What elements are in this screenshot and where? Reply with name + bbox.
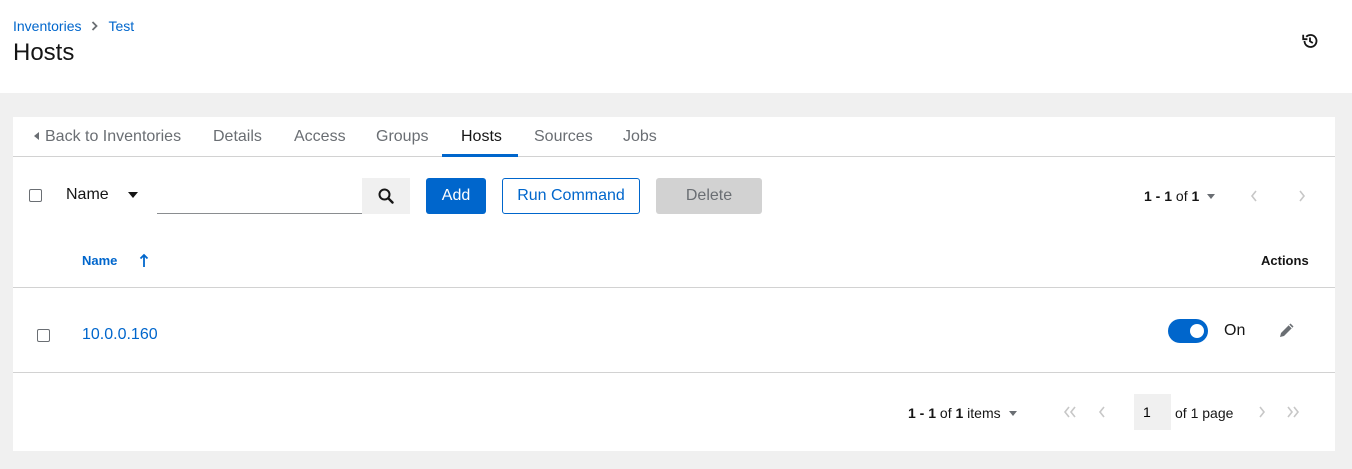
pagination-range: 1 - 1	[1144, 188, 1173, 204]
first-page-button[interactable]	[1060, 394, 1080, 430]
tab-back-to-inventories[interactable]: Back to Inventories	[34, 117, 181, 157]
hosts-card: Back to Inventories Details Access Group…	[13, 117, 1335, 451]
pagination-toggle[interactable]: 1 - 1 of 1	[1144, 178, 1216, 214]
delete-button[interactable]: Delete	[656, 178, 762, 214]
sort-ascending-icon[interactable]	[139, 253, 149, 269]
page-number-input[interactable]	[1134, 394, 1171, 430]
table-row: 10.0.0.160 On	[13, 288, 1335, 373]
add-button[interactable]: Add	[426, 178, 486, 214]
tab-groups[interactable]: Groups	[376, 117, 428, 157]
tab-details[interactable]: Details	[213, 117, 262, 157]
previous-page-button-bottom[interactable]	[1092, 394, 1112, 430]
pagination-of: of	[1175, 188, 1188, 204]
host-enabled-label: On	[1224, 322, 1246, 339]
search-button[interactable]	[362, 178, 410, 214]
double-chevron-left-icon	[1063, 406, 1076, 418]
footer-items-label: items	[967, 405, 1001, 421]
next-page-button-bottom[interactable]	[1252, 394, 1272, 430]
search-icon	[378, 188, 394, 204]
pencil-icon	[1280, 323, 1294, 337]
tab-bar: Back to Inventories Details Access Group…	[13, 117, 1335, 157]
table-header: Name Actions	[13, 234, 1335, 288]
toolbar: Name Add Run Command Delete 1 - 1 of 1	[13, 158, 1335, 234]
tab-hosts[interactable]: Hosts	[442, 117, 518, 157]
chevron-right-icon	[1299, 190, 1306, 202]
double-chevron-right-icon	[1287, 406, 1300, 418]
column-header-name[interactable]: Name	[82, 234, 117, 288]
caret-down-icon	[128, 192, 138, 198]
pagination-items-toggle[interactable]: 1 - 1 of 1 items	[908, 405, 1017, 421]
host-enabled-toggle[interactable]	[1168, 319, 1208, 343]
footer-range: 1 - 1	[908, 405, 937, 421]
caret-down-icon	[1207, 194, 1216, 199]
row-checkbox[interactable]	[37, 329, 50, 342]
breadcrumb-test-link[interactable]: Test	[108, 18, 134, 34]
last-page-button[interactable]	[1283, 394, 1303, 430]
table-footer: 1 - 1 of 1 items of 1 page	[13, 373, 1335, 451]
page-title: Hosts	[13, 39, 75, 66]
chevron-left-icon	[1250, 190, 1257, 202]
search-input[interactable]	[157, 178, 362, 214]
breadcrumb: Inventories Test	[13, 18, 134, 34]
caret-left-icon	[34, 132, 39, 140]
previous-page-button[interactable]	[1244, 178, 1264, 214]
filter-select[interactable]: Name	[66, 177, 156, 213]
edit-host-button[interactable]	[1277, 320, 1297, 340]
tab-jobs[interactable]: Jobs	[623, 117, 657, 157]
footer-total: 1	[955, 405, 964, 421]
breadcrumb-inventories-link[interactable]: Inventories	[13, 18, 81, 34]
of-pages-label: of 1 page	[1175, 405, 1234, 421]
filter-select-label: Name	[66, 186, 109, 203]
select-all-checkbox[interactable]	[29, 189, 42, 202]
history-icon[interactable]	[1300, 31, 1320, 51]
chevron-right-icon	[1259, 406, 1266, 418]
tab-access[interactable]: Access	[294, 117, 346, 157]
column-header-actions: Actions	[1261, 253, 1309, 268]
footer-of: of	[939, 405, 952, 421]
run-command-button[interactable]: Run Command	[502, 178, 640, 214]
tab-sources[interactable]: Sources	[534, 117, 593, 157]
chevron-right-icon	[91, 21, 99, 31]
page-header: Inventories Test Hosts	[0, 0, 1352, 93]
chevron-left-icon	[1098, 406, 1105, 418]
pagination-total: 1	[1191, 188, 1200, 204]
host-name-link[interactable]: 10.0.0.160	[82, 326, 158, 344]
next-page-button[interactable]	[1292, 178, 1312, 214]
caret-down-icon	[1008, 411, 1017, 416]
